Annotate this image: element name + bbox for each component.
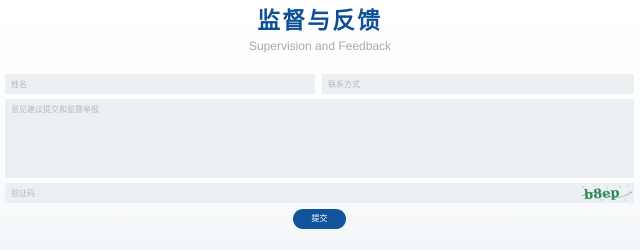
captcha-text: b8ep bbox=[584, 186, 620, 203]
submit-button[interactable]: 提交 bbox=[293, 209, 346, 229]
page-subtitle: Supervision and Feedback bbox=[248, 39, 392, 53]
name-field[interactable] bbox=[5, 74, 315, 94]
page-title: 监督与反馈 bbox=[257, 8, 383, 34]
captcha-image[interactable]: b8ep bbox=[580, 183, 634, 203]
contact-field[interactable] bbox=[322, 74, 634, 94]
captcha-noise: b8ep bbox=[581, 185, 633, 203]
message-field[interactable] bbox=[5, 99, 634, 178]
captcha-field[interactable] bbox=[5, 183, 580, 203]
